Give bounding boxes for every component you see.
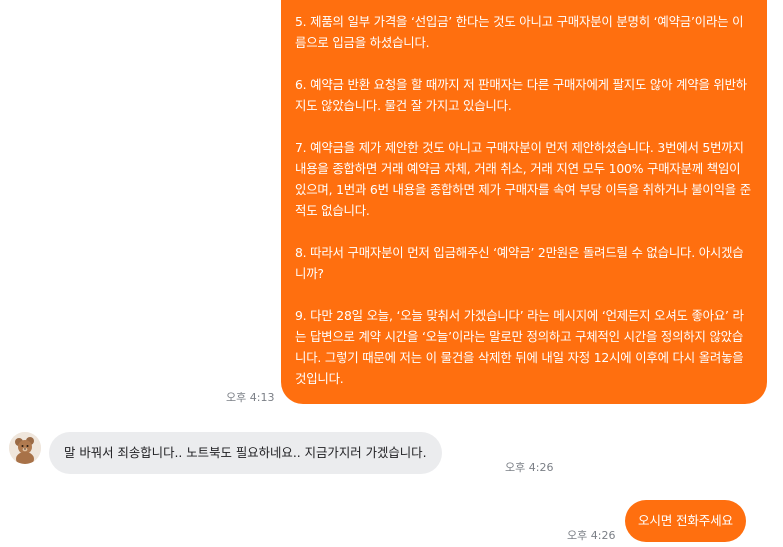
chat-thread: 5. 제품의 일부 가격을 ‘선입금’ 한다는 것도 아니고 구매자분이 분명히… — [0, 0, 783, 547]
message-timestamp: 오후 4:26 — [505, 461, 554, 474]
message-paragraph: 6. 예약금 반환 요청을 할 때까지 저 판매자는 다른 구매자에게 팔지도 … — [295, 77, 748, 113]
message-timestamp: 오후 4:26 — [567, 529, 616, 542]
message-paragraph: 7. 예약금을 제가 제안한 것도 아니고 구매자분이 먼저 제안하셨습니다. … — [295, 140, 751, 218]
message-paragraph: 5. 제품의 일부 가격을 ‘선입금’ 한다는 것도 아니고 구매자분이 분명히… — [295, 14, 744, 50]
message-paragraph: 8. 따라서 구매자분이 먼저 입금해주신 ‘예약금’ 2만원은 돌려드릴 수 … — [295, 245, 744, 281]
incoming-message-bubble[interactable]: 말 바꿔서 죄송합니다.. 노트북도 필요하네요.. 지금가지러 가겠습니다. — [49, 432, 442, 474]
teddy-bear-avatar-icon[interactable] — [9, 432, 41, 464]
outgoing-message-bubble[interactable]: 오시면 전화주세요 — [625, 500, 746, 542]
outgoing-message-bubble[interactable]: 5. 제품의 일부 가격을 ‘선입금’ 한다는 것도 아니고 구매자분이 분명히… — [281, 0, 767, 404]
message-timestamp: 오후 4:13 — [226, 391, 275, 404]
message-paragraph: 9. 다만 28일 오늘, ‘오늘 맞춰서 가겠습니다’ 라는 메시지에 ‘언제… — [295, 308, 744, 386]
